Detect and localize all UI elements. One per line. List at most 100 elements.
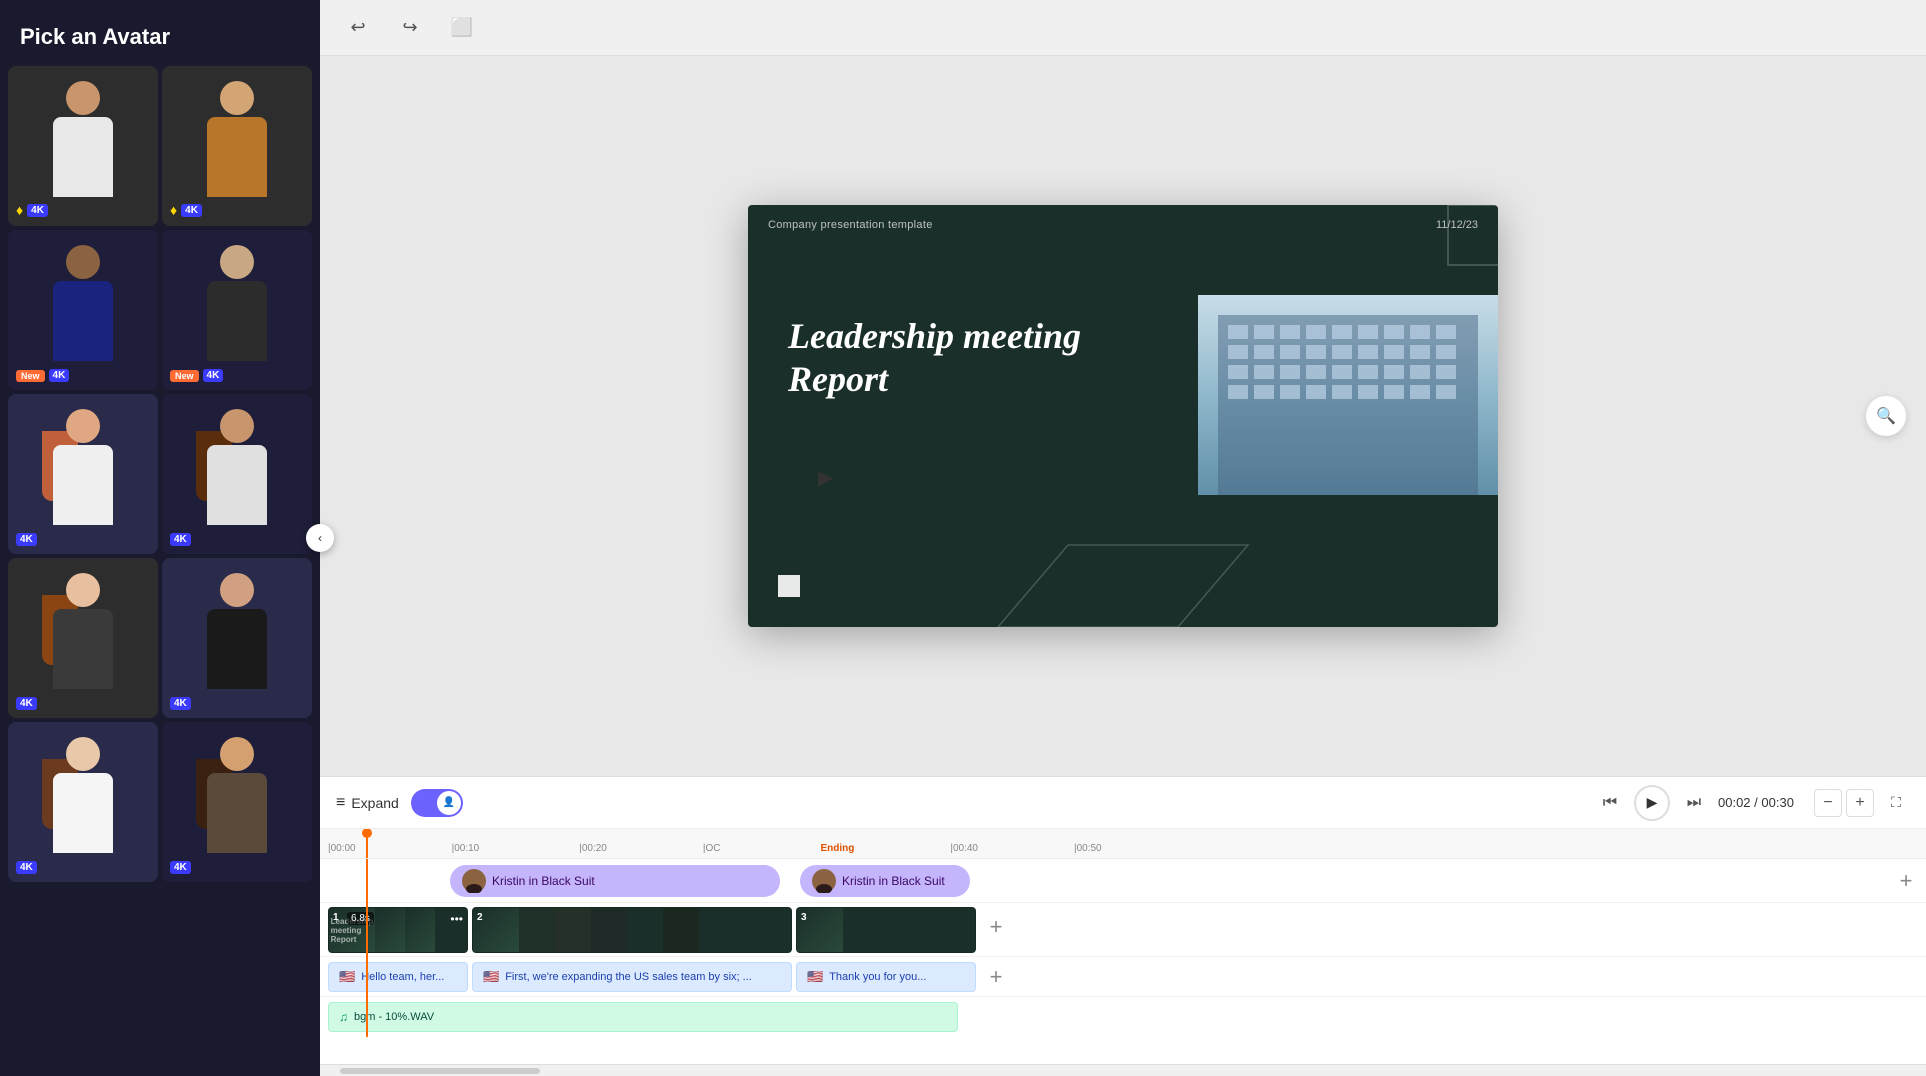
scene-duration-1: 6.8s	[347, 912, 374, 925]
forward-icon: ⏭	[1687, 794, 1701, 812]
avatar-thumbnail-1	[462, 869, 486, 893]
scene-thumb-3b	[843, 908, 879, 952]
slide-title: Leadership meeting Report	[788, 315, 1081, 401]
zoom-icon: 🔍	[1876, 406, 1896, 426]
scene-number-2: 2	[477, 912, 483, 923]
avatar-card-4[interactable]: New 4K	[162, 230, 312, 390]
ruler-mark-5: |00:50	[1074, 843, 1102, 854]
total-time: 00:30	[1761, 795, 1794, 810]
add-scene-button[interactable]: +	[980, 911, 1012, 943]
bgm-track: ♫ bgm - 10%.WAV	[320, 997, 1926, 1037]
scene-number-1: 1	[333, 912, 339, 923]
scene-number-3: 3	[801, 912, 807, 923]
scene-thumb-2b	[519, 908, 555, 952]
timeline-scrollbar[interactable]	[320, 1064, 1926, 1076]
badge-4k: 4K	[170, 697, 191, 710]
timeline-toolbar: ≡ Expand 👤 ⏮ ▶ ⏭	[320, 777, 1926, 829]
canvas-area: Company presentation template 11/12/23 L…	[320, 56, 1926, 776]
avatar-card-8[interactable]: 4K	[162, 558, 312, 718]
expand-label: Expand	[351, 795, 398, 811]
scene-thumb-2e	[627, 908, 663, 952]
script-pill-2[interactable]: 🇺🇸 First, we're expanding the US sales t…	[472, 962, 792, 992]
play-button[interactable]: ▶	[1634, 785, 1670, 821]
scene-segment-2[interactable]: 2	[472, 907, 792, 953]
scene-segment-1[interactable]: LeadershipmeetingReport 1	[328, 907, 468, 953]
avatar-card-10[interactable]: 4K	[162, 722, 312, 882]
avatar-sidebar: Pick an Avatar ♦ 4K	[0, 0, 320, 1076]
sidebar-title: Pick an Avatar	[0, 0, 320, 66]
ruler-mark-2: |00:20	[579, 843, 607, 854]
badge-4k: 4K	[181, 204, 202, 217]
script-pill-3[interactable]: 🇺🇸 Thank you for you...	[796, 962, 976, 992]
avatar-card-7[interactable]: 4K	[8, 558, 158, 718]
avatar-card-5[interactable]: 4K	[8, 394, 158, 554]
avatar-card-2[interactable]: ♦ 4K	[162, 66, 312, 226]
timeline-fullscreen-button[interactable]: ⛶	[1882, 789, 1910, 817]
flag-icon-3: 🇺🇸	[807, 969, 823, 985]
ruler-mark-3: Ending	[820, 843, 854, 854]
script-track: 🇺🇸 Hello team, her... 🇺🇸 First, we're ex…	[320, 957, 1926, 997]
scene-segment-3[interactable]: 3	[796, 907, 976, 953]
ruler-mark-1: |00:10	[452, 843, 480, 854]
zoom-controls: − +	[1814, 789, 1874, 817]
scene-thumb-2g	[699, 908, 735, 952]
slide-company-label: Company presentation template	[768, 219, 933, 231]
avatar-card-6[interactable]: 4K	[162, 394, 312, 554]
expand-button[interactable]: ≡ Expand	[336, 794, 399, 812]
avatar-card-3[interactable]: New 4K	[8, 230, 158, 390]
avatar-pill-1[interactable]: Kristin in Black Suit	[450, 865, 780, 897]
avatar-toggle[interactable]: 👤	[411, 789, 463, 817]
undo-icon: ↩	[350, 17, 365, 38]
scene-track: LeadershipmeetingReport 1	[320, 903, 1926, 957]
timeline-controls: ⏮ ▶ ⏭ 00:02 / 00:30 − + ⛶	[1594, 785, 1910, 821]
music-icon: ♫	[339, 1010, 348, 1024]
redo-button[interactable]: ↪	[392, 10, 428, 46]
avatar-card-9[interactable]: 4K	[8, 722, 158, 882]
avatar-pill-2[interactable]: Kristin in Black Suit	[800, 865, 970, 897]
playhead-ruler	[366, 829, 368, 858]
zoom-in-button[interactable]: +	[1846, 789, 1874, 817]
scene-thumb-2d	[591, 908, 627, 952]
bgm-pill[interactable]: ♫ bgm - 10%.WAV	[328, 1002, 958, 1032]
slide-date-label: 11/12/23	[1436, 219, 1478, 231]
ruler-mark-0: |00:00	[328, 843, 356, 854]
avatar-card-1[interactable]: ♦ 4K	[8, 66, 158, 226]
forward-button[interactable]: ⏭	[1678, 787, 1710, 819]
add-script-button[interactable]: +	[980, 961, 1012, 993]
sidebar-collapse-button[interactable]: ‹	[306, 524, 334, 552]
timeline-content: |00:00 |00:10 |00:20 |OC Ending |00:40 |…	[320, 829, 1926, 1064]
avatar-toggle-icon: 👤	[443, 797, 455, 808]
avatar-track-1: Kristin in Black Suit Kristin in Black S…	[320, 859, 1926, 903]
scene-content: LeadershipmeetingReport 1	[320, 903, 1926, 956]
undo-button[interactable]: ↩	[340, 10, 376, 46]
timeline-area: ≡ Expand 👤 ⏮ ▶ ⏭	[320, 776, 1926, 1076]
diamond-icon: ♦	[170, 202, 177, 218]
scrollbar-thumb[interactable]	[340, 1068, 540, 1074]
badge-4k: 4K	[203, 369, 224, 382]
slide-bottom-square	[778, 575, 800, 597]
timeline-ruler: |00:00 |00:10 |00:20 |OC Ending |00:40 |…	[320, 829, 1926, 859]
badge-new: New	[16, 370, 45, 382]
avatar-pill-label-2: Kristin in Black Suit	[842, 874, 945, 888]
zoom-button[interactable]: 🔍	[1866, 396, 1906, 436]
slide-preview: Company presentation template 11/12/23 L…	[748, 205, 1498, 627]
rewind-button[interactable]: ⏮	[1594, 787, 1626, 819]
zoom-out-button[interactable]: −	[1814, 789, 1842, 817]
avatar-pill-label-1: Kristin in Black Suit	[492, 874, 595, 888]
scene-more-icon-1[interactable]: •••	[450, 912, 463, 926]
add-avatar-track-button[interactable]: +	[1890, 865, 1922, 897]
script-text-1: Hello team, her...	[361, 971, 444, 983]
ruler-mark-4: |00:40	[950, 843, 978, 854]
current-time: 00:02	[1718, 795, 1751, 810]
badge-4k: 4K	[170, 533, 191, 546]
diamond-icon: ♦	[16, 202, 23, 218]
badge-4k: 4K	[16, 533, 37, 546]
flag-icon-1: 🇺🇸	[339, 969, 355, 985]
script-text-2: First, we're expanding the US sales team…	[505, 971, 752, 983]
chevron-left-icon: ‹	[318, 531, 322, 545]
avatar-thumbnail-2	[812, 869, 836, 893]
script-pill-1[interactable]: 🇺🇸 Hello team, her...	[328, 962, 468, 992]
monitor-button[interactable]: ⬜	[444, 10, 480, 46]
expand-lines-icon: ≡	[336, 794, 345, 812]
badge-4k: 4K	[16, 861, 37, 874]
